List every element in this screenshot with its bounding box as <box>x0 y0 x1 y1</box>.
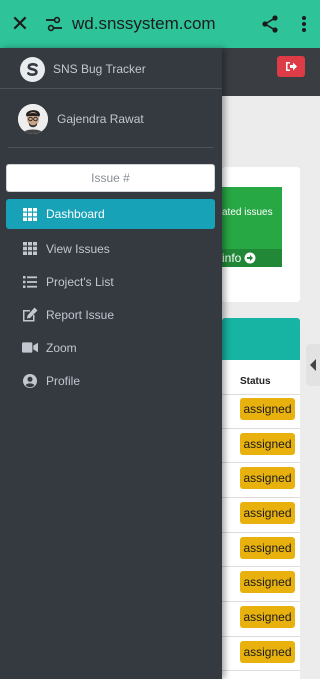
stat-card-link[interactable]: info <box>222 251 241 265</box>
table-row-divider <box>222 601 300 602</box>
table-row-divider <box>222 636 300 637</box>
arrow-circle-right-icon <box>244 252 256 264</box>
stat-card-text: ated issues <box>222 207 273 218</box>
sidebar-item-zoom[interactable]: Zoom <box>6 331 215 364</box>
stat-card-footer[interactable]: info <box>222 249 282 267</box>
sidebar-item-profile[interactable]: Profile <box>6 364 215 397</box>
grid-icon <box>22 241 38 257</box>
table-row-divider <box>222 394 300 395</box>
table-card-header <box>222 318 300 360</box>
stat-card: ated issues info <box>222 187 282 267</box>
sidebar-item-projects-list[interactable]: Project's List <box>6 265 215 298</box>
table-row-divider <box>222 566 300 567</box>
video-icon <box>22 340 38 356</box>
status-badge: assigned <box>240 433 295 455</box>
table-row-divider <box>222 532 300 533</box>
status-badge: assigned <box>240 641 295 663</box>
avatar <box>18 104 48 134</box>
brand-link[interactable]: SNS Bug Tracker <box>0 48 222 89</box>
caret-left-icon <box>310 359 316 371</box>
sidebar: SNS Bug Tracker Gajendra Rawat Issue # D… <box>0 48 222 679</box>
more-options-icon[interactable] <box>288 0 320 48</box>
status-badge: assigned <box>240 606 295 628</box>
grid-icon <box>22 206 38 222</box>
user-circle-icon <box>22 373 38 389</box>
control-sidebar-toggle[interactable] <box>306 344 320 386</box>
status-badge: assigned <box>240 537 295 559</box>
sidebar-item-label: Dashboard <box>46 207 105 221</box>
sign-out-icon <box>285 62 297 71</box>
table-row-divider <box>222 428 300 429</box>
user-panel[interactable]: Gajendra Rawat <box>8 90 214 148</box>
site-settings-icon[interactable] <box>40 0 68 48</box>
sidebar-item-label: View Issues <box>46 241 110 256</box>
brand-logo-icon <box>20 57 45 82</box>
status-badge: assigned <box>240 467 295 489</box>
status-badge: assigned <box>240 571 295 593</box>
sidebar-item-label: Zoom <box>46 340 77 355</box>
browser-toolbar: ✕ wd.snssystem.com <box>0 0 320 48</box>
sidebar-item-dashboard[interactable]: Dashboard <box>6 199 215 229</box>
edit-icon <box>22 307 38 323</box>
sidebar-item-label: Project's List <box>46 274 114 289</box>
issue-search-input[interactable] <box>6 164 215 192</box>
close-icon[interactable]: ✕ <box>0 0 40 48</box>
table-row-divider <box>222 670 300 671</box>
url-text[interactable]: wd.snssystem.com <box>72 14 252 34</box>
table-row-divider <box>222 497 300 498</box>
sidebar-item-report-issue[interactable]: Report Issue <box>6 298 215 331</box>
status-badge: assigned <box>240 398 295 420</box>
list-icon <box>22 274 38 290</box>
logout-button[interactable] <box>277 56 305 77</box>
status-badge: assigned <box>240 502 295 524</box>
sidebar-item-label: Profile <box>46 373 81 388</box>
user-name: Gajendra Rawat <box>57 112 144 126</box>
sidebar-item-view-issues[interactable]: View Issues <box>6 232 215 265</box>
table-header-status: Status <box>240 376 271 387</box>
sidebar-item-label: Report Issue <box>46 307 115 322</box>
brand-text: SNS Bug Tracker <box>53 62 146 76</box>
share-icon[interactable] <box>252 0 288 48</box>
sidebar-nav: Dashboard View Issues Project's List Rep… <box>6 199 215 397</box>
table-row-divider <box>222 462 300 463</box>
